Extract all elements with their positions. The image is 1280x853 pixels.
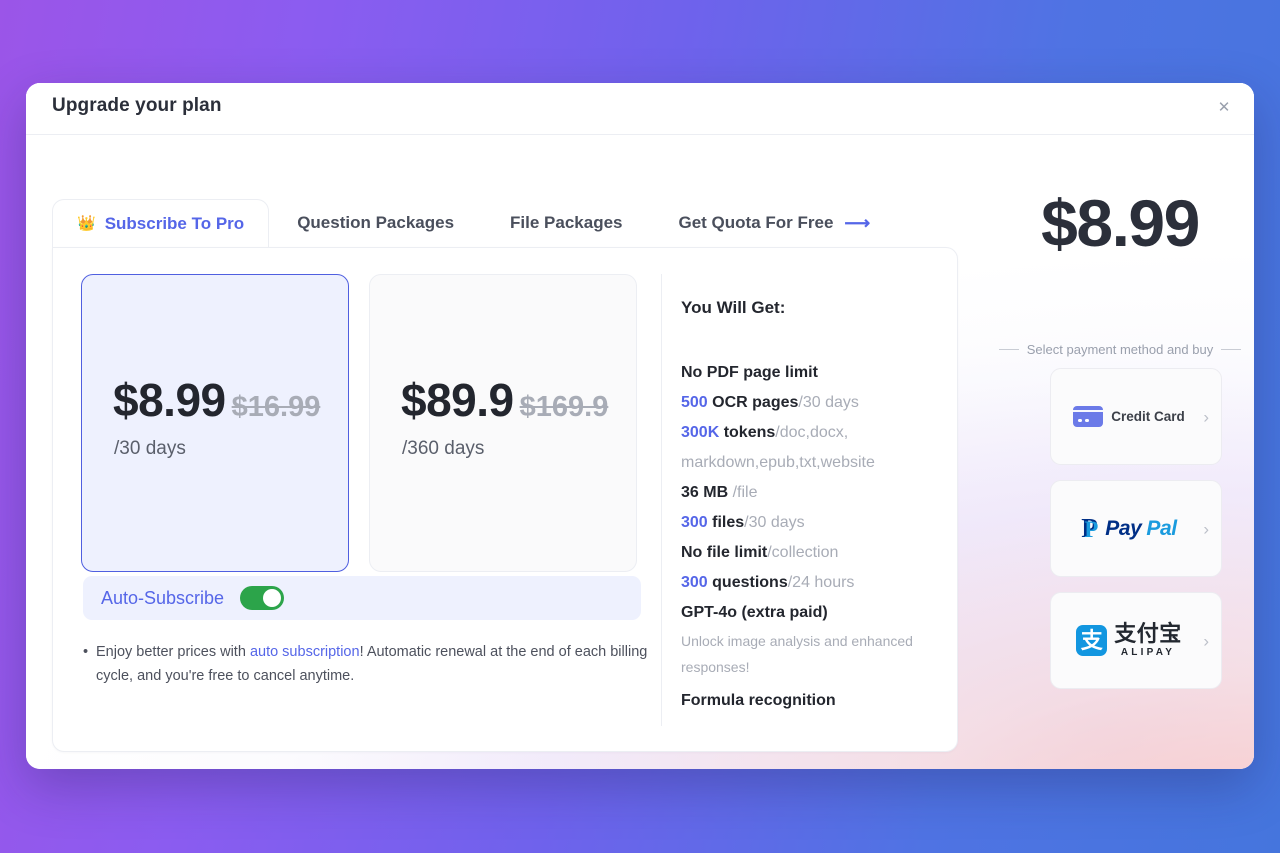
total-price: $8.99: [1041, 186, 1200, 260]
auto-subscription-link[interactable]: auto subscription: [250, 644, 360, 660]
feature-main: questions: [707, 574, 788, 591]
close-icon[interactable]: ✕: [1211, 94, 1237, 120]
features-list: No PDF page limit 500 OCR pages/30 days …: [681, 358, 943, 716]
alipay-content: 支 支付宝 ALIPAY: [1076, 623, 1182, 658]
tab-label: Subscribe To Pro: [104, 213, 245, 233]
plan-price: $8.99: [113, 374, 226, 426]
auto-subscribe-note: • Enjoy better prices with auto subscrip…: [83, 640, 667, 688]
feature-main: 36 MB: [681, 484, 733, 501]
feature-item: 300K tokens/doc,docx, markdown,epub,txt,…: [681, 418, 943, 478]
bullet-icon: •: [83, 644, 89, 660]
plan-option-monthly[interactable]: $8.99 $16.99 /30 days: [81, 274, 349, 572]
tab-label: Get Quota For Free: [678, 213, 834, 232]
paypal-label-pal: Pal: [1146, 516, 1177, 540]
left-pane: 👑 Subscribe To Pro Question Packages Fil…: [52, 199, 958, 752]
note-text: Enjoy better prices with auto subscripti…: [83, 640, 667, 688]
feature-item: No file limit/collection: [681, 538, 943, 568]
auto-subscribe-row: Auto-Subscribe: [83, 576, 641, 620]
tab-get-quota-for-free[interactable]: Get Quota For Free ⟶: [651, 199, 899, 247]
tab-subscribe-to-pro[interactable]: 👑 Subscribe To Pro: [52, 199, 270, 247]
features-title: You Will Get:: [681, 298, 786, 317]
tab-bar: 👑 Subscribe To Pro Question Packages Fil…: [52, 199, 898, 247]
feature-main: No file limit: [681, 544, 768, 561]
chevron-right-icon: ›: [1203, 631, 1209, 650]
modal-content: 👑 Subscribe To Pro Question Packages Fil…: [26, 135, 1254, 769]
chevron-right-icon: ›: [1203, 519, 1209, 538]
feature-item: 500 OCR pages/30 days: [681, 388, 943, 418]
payment-method-list: Credit Card › PP Pay Pal › 支 支付宝 ALIPAY …: [1050, 368, 1222, 689]
auto-subscribe-toggle[interactable]: [240, 586, 285, 610]
feature-item: Formula recognition: [681, 686, 943, 716]
feature-number: 300K: [681, 424, 720, 441]
note-prefix: Enjoy better prices with: [96, 644, 250, 660]
feature-item: No PDF page limit: [681, 358, 943, 388]
tab-question-packages[interactable]: Question Packages: [269, 199, 482, 247]
feature-muted: /file: [732, 484, 758, 501]
divider-dash-right: [1221, 349, 1242, 350]
feature-muted: /30 days: [798, 394, 859, 411]
feature-item: GPT-4o (extra paid): [681, 598, 943, 628]
feature-muted: /collection: [767, 544, 839, 561]
upgrade-plan-modal: Upgrade your plan ✕ 👑 Subscribe To Pro Q…: [26, 83, 1254, 769]
modal-header: Upgrade your plan ✕: [26, 83, 1254, 135]
feature-muted: /24 hours: [787, 574, 855, 591]
plan-option-yearly[interactable]: $89.9 $169.9 /360 days: [369, 274, 637, 572]
vertical-divider: [661, 274, 662, 726]
plan-period: /30 days: [114, 438, 186, 459]
chevron-right-icon: ›: [1203, 407, 1209, 426]
feature-main: Formula recognition: [681, 692, 836, 709]
divider-dash-left: [998, 349, 1019, 350]
arrow-right-icon: ⟶: [844, 213, 871, 233]
feature-number: 500: [681, 394, 708, 411]
feature-subtext: Unlock image analysis and enhanced respo…: [681, 633, 913, 675]
alipay-logo-icon: 支: [1076, 625, 1108, 656]
payment-method-credit-card[interactable]: Credit Card ›: [1050, 368, 1222, 465]
feature-muted: /30 days: [744, 514, 805, 531]
checkout-pane: $8.99 Select payment method and buy Cred…: [986, 135, 1254, 769]
feature-item: 36 MB /file: [681, 478, 943, 508]
plan-price-row: $89.9 $169.9: [401, 377, 608, 423]
select-payment-method-text: Select payment method and buy: [1026, 342, 1214, 357]
auto-subscribe-label: Auto-Subscribe: [101, 587, 225, 608]
features-panel: You Will Get: No PDF page limit 500 OCR …: [681, 248, 943, 716]
alipay-wordmark: 支付宝 ALIPAY: [1114, 621, 1182, 659]
payment-method-label: Credit Card: [1111, 409, 1185, 424]
plan-price-row: $8.99 $16.99: [113, 377, 320, 423]
tab-label: File Packages: [510, 213, 623, 232]
feature-main: No PDF page limit: [681, 364, 818, 381]
feature-main: files: [707, 514, 745, 531]
plan-old-price: $169.9: [519, 391, 609, 423]
feature-number: 300: [681, 514, 708, 531]
feature-main: tokens: [719, 424, 776, 441]
credit-card-content: Credit Card: [1073, 406, 1185, 427]
select-payment-method-label: Select payment method and buy: [986, 342, 1254, 357]
plan-list: $8.99 $16.99 /30 days $89.9 $169.9 /360 …: [81, 274, 637, 572]
page-title: Upgrade your plan: [52, 95, 222, 116]
alipay-label-cn: 支付宝: [1114, 621, 1182, 646]
plan-price: $89.9: [401, 374, 514, 426]
credit-card-icon: [1073, 406, 1104, 427]
payment-method-paypal[interactable]: PP Pay Pal ›: [1050, 480, 1222, 577]
tab-label: Question Packages: [297, 213, 455, 232]
crown-icon: 👑: [77, 215, 96, 232]
feature-item: 300 files/30 days: [681, 508, 943, 538]
alipay-label-en: ALIPAY: [1120, 647, 1176, 658]
paypal-content: PP Pay Pal: [1081, 515, 1177, 542]
paypal-label-pay: Pay: [1105, 516, 1142, 540]
feature-number: 300: [681, 574, 708, 591]
plan-old-price: $16.99: [231, 391, 321, 423]
plans-card: $8.99 $16.99 /30 days $89.9 $169.9 /360 …: [52, 247, 958, 752]
paypal-logo-icon: PP: [1081, 513, 1099, 543]
feature-item: 300 questions/24 hours: [681, 568, 943, 598]
feature-main: GPT-4o (extra paid): [681, 604, 828, 621]
plan-period: /360 days: [402, 438, 485, 459]
tab-file-packages[interactable]: File Packages: [482, 199, 650, 247]
payment-method-alipay[interactable]: 支 支付宝 ALIPAY ›: [1050, 592, 1222, 689]
feature-main: OCR pages: [707, 394, 799, 411]
